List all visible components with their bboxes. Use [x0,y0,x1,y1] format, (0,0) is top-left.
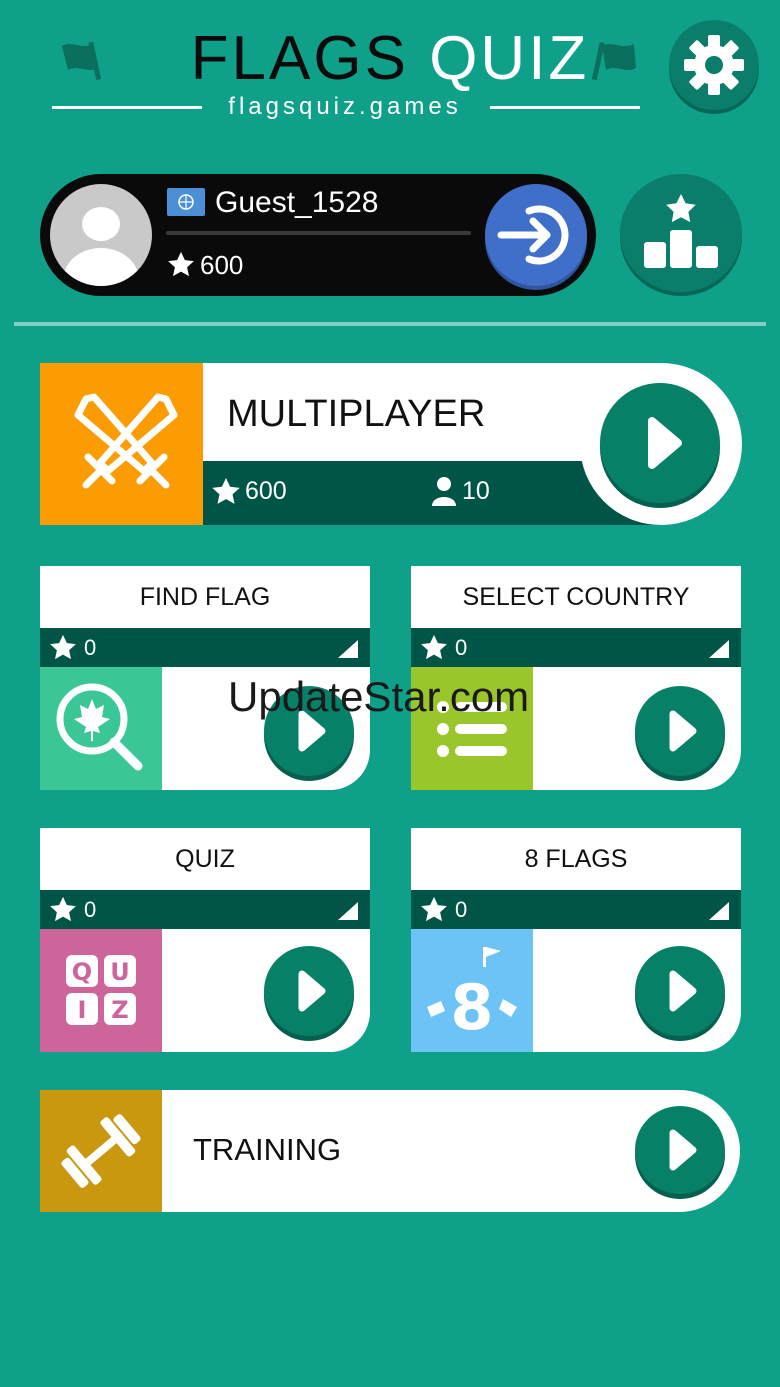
star-icon [50,634,76,660]
avatar[interactable] [50,184,152,286]
quiz-letter-z: Z [111,996,128,1024]
select-country-icon-box [411,667,533,790]
training-play-button[interactable] [635,1106,725,1194]
find-flag-score-bar: 0 [40,628,370,667]
play-icon [669,710,697,752]
select-country-card[interactable]: SELECT COUNTRY 0 [411,566,741,790]
crossed-swords-icon [74,393,178,489]
find-flag-play-button[interactable] [264,686,354,776]
subtitle-line-right [490,106,640,109]
app-subtitle: flagsquiz.games [228,93,462,120]
eight-flags-icon: 8 [427,947,517,1044]
dumbbell-icon [61,1114,141,1188]
login-button[interactable] [485,184,587,286]
quiz-letter-u: U [110,958,130,986]
app-title-part2: QUIZ [429,24,590,93]
play-icon [669,1129,697,1171]
training-card[interactable]: TRAINING [40,1090,740,1212]
user-points: 600 [200,250,244,280]
subtitle-line-left [52,106,202,109]
star-icon [50,896,76,922]
select-country-score: 0 [455,635,468,660]
eight-flags-play-button[interactable] [635,946,725,1036]
login-arrow-icon [497,205,569,265]
user-name: Guest_1528 [215,186,379,219]
quiz-letter-i: I [78,996,87,1024]
multiplayer-icon-box [40,363,203,525]
user-progress-track [166,231,471,235]
multiplayer-title: MULTIPLAYER [227,393,486,435]
multiplayer-play-button[interactable] [600,383,720,503]
training-icon-box [40,1090,162,1212]
star-icon [421,896,447,922]
eight-flags-score: 0 [455,897,468,922]
select-country-play-button[interactable] [635,686,725,776]
training-title: TRAINING [193,1132,342,1167]
flag-decoration-right-icon [591,41,636,81]
eight-flags-title: 8 FLAGS [524,845,628,873]
multiplayer-players: 10 [462,477,490,505]
quiz-play-button[interactable] [264,946,354,1036]
eight-flags-score-bar: 0 [411,890,741,929]
expand-corner-icon[interactable] [336,900,360,922]
section-divider [14,322,766,326]
settings-button[interactable] [669,20,759,110]
select-country-title: SELECT COUNTRY [462,583,690,611]
star-icon [421,634,447,660]
gear-icon [684,35,744,95]
list-icon [437,701,507,757]
podium-icon [644,194,718,268]
quiz-score: 0 [84,897,97,922]
select-country-score-bar: 0 [411,628,741,667]
star-icon [212,478,240,504]
find-flag-title: FIND FLAG [139,583,271,611]
default-avatar-icon [63,207,139,286]
play-icon [298,970,326,1012]
eight-flags-card[interactable]: 8 FLAGS 0 8 [411,828,741,1052]
eight-flags-digit: 8 [450,971,493,1044]
expand-corner-icon[interactable] [707,900,731,922]
play-icon [669,970,697,1012]
expand-corner-icon[interactable] [336,638,360,660]
find-flag-score: 0 [84,635,97,660]
quiz-letter-q: Q [72,958,92,986]
magnifier-leaf-icon [56,683,143,771]
leaderboard-button[interactable] [620,174,742,292]
eight-flags-icon-box: 8 [411,929,533,1052]
play-icon [648,417,682,469]
un-flag-icon [167,188,205,216]
user-icon [432,477,456,506]
play-icon [298,710,326,752]
expand-corner-icon[interactable] [707,638,731,660]
multiplayer-points: 600 [245,477,287,505]
quiz-card[interactable]: QUIZ 0 Q U I Z [40,828,370,1052]
quiz-icon-box: Q U I Z [40,929,162,1052]
quiz-title: QUIZ [175,845,235,873]
quiz-letters-icon: Q U I Z [66,955,136,1025]
find-flag-icon-box [40,667,162,790]
app-title-part1: FLAGS [190,24,409,93]
quiz-score-bar: 0 [40,890,370,929]
find-flag-card[interactable]: FIND FLAG 0 [40,566,370,790]
app-title: FLAGS QUIZ [0,24,780,94]
star-icon [168,251,194,277]
